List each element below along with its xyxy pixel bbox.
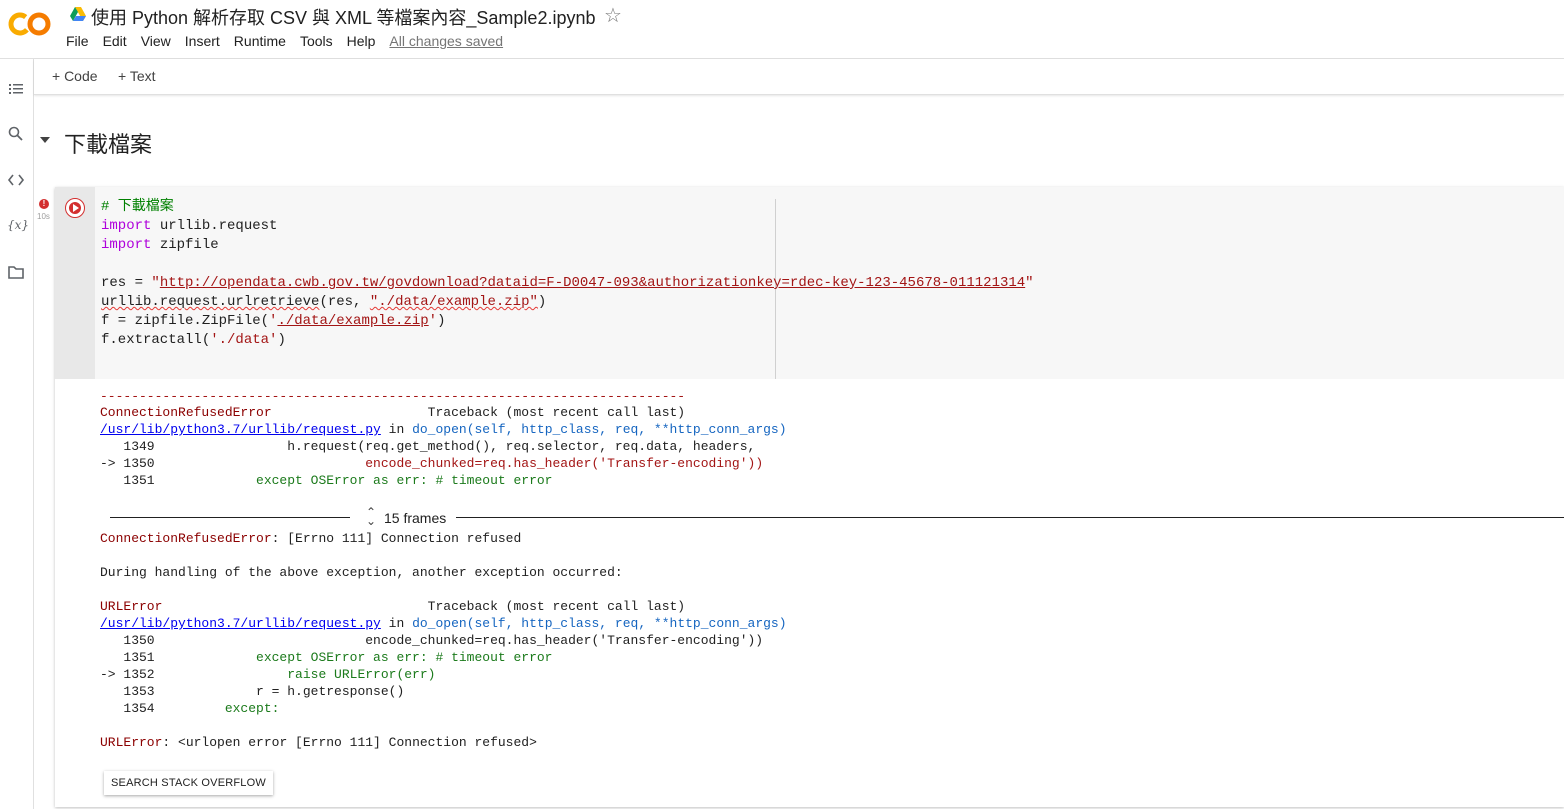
line8-code: f.extractall( <box>101 332 211 348</box>
kw-import-1: import <box>101 218 152 234</box>
notebook-toolbar: + Code + Text <box>34 59 1564 95</box>
menu-edit[interactable]: Edit <box>103 33 127 49</box>
trace2-code-1352: raise URLError(err) <box>287 667 436 682</box>
star-icon[interactable]: ☆ <box>604 3 622 28</box>
google-drive-icon[interactable] <box>70 6 86 22</box>
trace2-arrow-1352: -> 1352 <box>100 667 288 682</box>
mod-urllib: urllib.request <box>151 218 278 234</box>
error-msg-2: : <urlopen error [Errno 111] Connection … <box>162 735 537 750</box>
frames-divider-right <box>456 517 1564 518</box>
res-assign: res = <box>101 275 152 291</box>
error-name-1b: ConnectionRefusedError <box>100 531 272 546</box>
file-path-link-2[interactable]: /usr/lib/python3.7/urllib/request.py <box>100 616 381 631</box>
trace-line-1350: -> 1350 encode_chunked=req.has_header('T… <box>100 455 763 472</box>
func-args-2: (self, http_class, req, **http_conn_args… <box>466 616 787 631</box>
error-message-1: ConnectionRefusedError: [Errno 111] Conn… <box>100 530 521 547</box>
trace2-line-1353: 1353 r = h.getresponse() <box>100 683 404 700</box>
traceback-label-1: Traceback (most recent call last) <box>271 405 686 420</box>
left-sidebar: {x} <box>0 59 34 809</box>
line6-close: ) <box>537 294 547 310</box>
line7-code: f = zipfile.ZipFile( <box>101 313 270 329</box>
trace-arrow-1350: -> 1350 <box>100 456 366 471</box>
traceback-header-2: URLError Traceback (most recent call las… <box>100 598 685 615</box>
search-icon[interactable] <box>7 125 25 143</box>
frames-toggle[interactable]: 15 frames <box>384 510 446 526</box>
trace2-code-1353: r = h.getresponse() <box>256 684 405 699</box>
in-word-1: in <box>380 422 413 437</box>
func-name-2: do_open <box>412 616 467 631</box>
res-quote-open: " <box>151 275 160 291</box>
menu-runtime[interactable]: Runtime <box>234 33 286 49</box>
search-stack-overflow-button[interactable]: SEARCH STACK OVERFLOW <box>104 771 273 795</box>
code-text[interactable]: # 下載檔案 import urllib.request import zipf… <box>101 198 1034 350</box>
trace-code-1351: except OSError as err: # timeout error <box>256 473 553 488</box>
toc-icon[interactable] <box>7 80 25 98</box>
trace2-line-1354: 1354 except: <box>100 700 279 717</box>
expand-frames-icon[interactable]: ⌃ ⌄ <box>366 506 376 527</box>
line8-close: ) <box>277 332 286 348</box>
res-url[interactable]: http://opendata.cwb.gov.tw/govdownload?d… <box>160 275 1025 291</box>
trace2-num-1354: 1354 <box>100 701 225 716</box>
add-text-button[interactable]: + Text <box>118 68 156 84</box>
menu-file[interactable]: File <box>66 33 89 49</box>
app-header: 使用 Python 解析存取 CSV 與 XML 等檔案內容_Sample2.i… <box>0 0 1564 59</box>
frames-divider-left <box>110 517 350 518</box>
code-comment: # 下載檔案 <box>101 199 174 215</box>
add-code-button[interactable]: + Code <box>52 68 98 84</box>
line6-string: "./data/example.zip" <box>369 294 538 310</box>
traceback-file-2: /usr/lib/python3.7/urllib/request.py in … <box>100 615 787 632</box>
menu-view[interactable]: View <box>141 33 171 49</box>
execution-time: 10s <box>37 212 50 221</box>
error-msg-1: : [Errno 111] Connection refused <box>271 531 522 546</box>
error-message-2: URLError: <urlopen error [Errno 111] Con… <box>100 734 537 751</box>
trace2-num-1351: 1351 <box>100 650 257 665</box>
files-icon[interactable] <box>7 263 25 281</box>
traceback-header-1: ConnectionRefusedError Traceback (most r… <box>100 404 685 421</box>
trace2-line-1352: -> 1352 raise URLError(err) <box>100 666 435 683</box>
trace2-line-1351: 1351 except OSError as err: # timeout er… <box>100 649 552 666</box>
section-collapse-icon[interactable] <box>40 137 50 143</box>
in-word-2: in <box>380 616 413 631</box>
func-name-1: do_open <box>412 422 467 437</box>
kw-import-2: import <box>101 237 152 253</box>
res-quote-close: " <box>1025 275 1034 291</box>
urlretrieve-call: urllib.request.urlretrieve <box>101 294 320 310</box>
line7-quote-close: ' <box>428 313 438 329</box>
line8-string: './data' <box>210 332 278 348</box>
menu-insert[interactable]: Insert <box>185 33 220 49</box>
menu-help[interactable]: Help <box>347 33 376 49</box>
menu-bar: File Edit View Insert Runtime Tools Help… <box>66 33 517 49</box>
trace-line-1349: 1349 h.request(req.get_method(), req.sel… <box>100 439 756 454</box>
trace-code-1350: encode_chunked=req.has_header('Transfer-… <box>365 456 764 471</box>
func-args-1: (self, http_class, req, **http_conn_args… <box>466 422 787 437</box>
notebook-title[interactable]: 使用 Python 解析存取 CSV 與 XML 等檔案內容_Sample2.i… <box>91 4 595 30</box>
section-title: 下載檔案 <box>64 132 153 157</box>
traceback-file-1: /usr/lib/python3.7/urllib/request.py in … <box>100 421 787 438</box>
line7-close: ) <box>437 313 446 329</box>
play-icon <box>73 204 79 212</box>
trace-num-1351: 1351 <box>100 473 257 488</box>
error-name-2: URLError <box>100 599 163 614</box>
traceback-label-2: Traceback (most recent call last) <box>162 599 686 614</box>
during-handling: During handling of the above exception, … <box>100 565 623 580</box>
trace2-line-1350: 1350 encode_chunked=req.has_header('Tran… <box>100 633 764 648</box>
error-name-1: ConnectionRefusedError <box>100 405 272 420</box>
line7-string: ./data/example.zip <box>277 313 429 329</box>
variables-icon[interactable]: {x} <box>7 218 29 236</box>
mod-zipfile: zipfile <box>151 237 219 253</box>
menu-tools[interactable]: Tools <box>300 33 333 49</box>
trace2-code-1351: except OSError as err: # timeout error <box>256 650 553 665</box>
line6-args: (res, <box>319 294 370 310</box>
trace2-code-1354: except: <box>224 701 280 716</box>
traceback-dashes: ----------------------------------------… <box>100 389 686 404</box>
colab-logo-icon[interactable] <box>8 10 52 38</box>
error-name-2b: URLError <box>100 735 163 750</box>
trace2-num-1353: 1353 <box>100 684 257 699</box>
code-snippets-icon[interactable] <box>7 171 25 189</box>
save-status[interactable]: All changes saved <box>389 33 503 49</box>
trace-line-1351: 1351 except OSError as err: # timeout er… <box>100 472 552 489</box>
file-path-link-1[interactable]: /usr/lib/python3.7/urllib/request.py <box>100 422 381 437</box>
error-badge-icon: ! <box>39 199 49 209</box>
